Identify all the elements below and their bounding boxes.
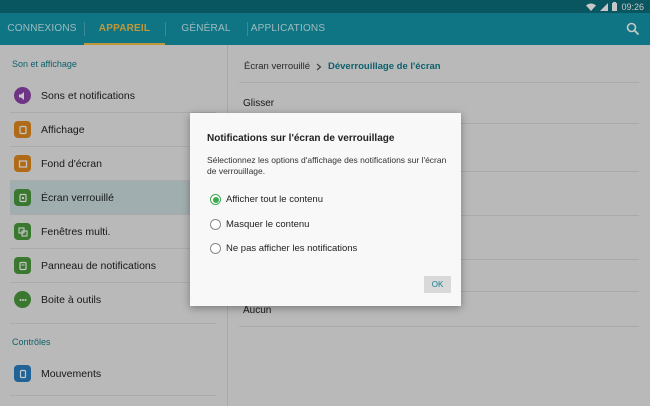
radio-label: Masquer le contenu <box>226 219 310 230</box>
radio-label: Afficher tout le contenu <box>226 194 323 205</box>
lockscreen-notifications-dialog: Notifications sur l'écran de verrouillag… <box>190 113 461 306</box>
radio-option-hide-notifications[interactable]: Ne pas afficher les notifications <box>210 243 357 254</box>
dialog-description: Sélectionnez les options d'affichage des… <box>207 155 447 176</box>
radio-button-selected[interactable] <box>210 194 221 205</box>
ok-button[interactable]: OK <box>424 276 451 293</box>
radio-option-hide-content[interactable]: Masquer le contenu <box>210 219 309 230</box>
radio-button[interactable] <box>210 219 221 230</box>
radio-option-show-all[interactable]: Afficher tout le contenu <box>210 194 323 205</box>
dialog-title: Notifications sur l'écran de verrouillag… <box>207 133 395 144</box>
radio-button[interactable] <box>210 243 221 254</box>
radio-label: Ne pas afficher les notifications <box>226 243 358 254</box>
